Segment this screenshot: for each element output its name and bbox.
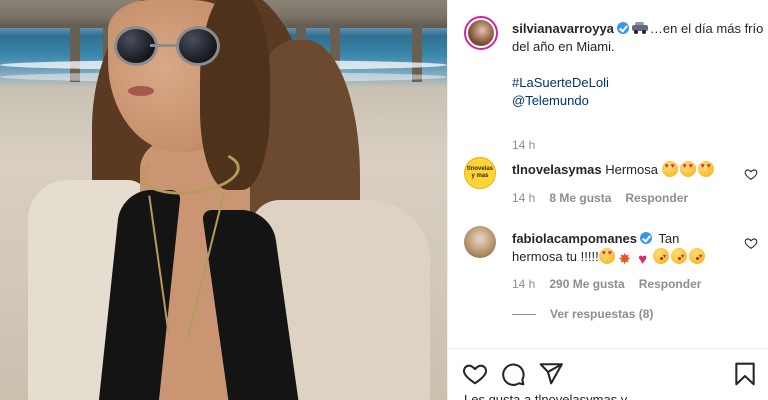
comment-time[interactable]: 14 h: [512, 277, 535, 291]
comment-likes[interactable]: 8 Me gusta: [549, 191, 611, 205]
verified-badge-icon: [616, 22, 629, 34]
red-heart-emoji-icon: ♥: [638, 251, 648, 268]
reply-button[interactable]: Responder: [639, 277, 702, 291]
commenter-avatar[interactable]: tlnovelas y mas: [464, 157, 496, 189]
heart-eyes-emoji-icon: [598, 248, 615, 264]
comment-bubble-icon[interactable]: [500, 361, 526, 387]
heart-outline-icon[interactable]: [462, 361, 488, 387]
post-side-panel: silvianavarroyya …en el día más frío del …: [447, 0, 768, 400]
comment-like-heart-icon[interactable]: [744, 167, 758, 181]
commenter-username[interactable]: fabiolacampomanes: [512, 231, 637, 246]
heart-eyes-emoji-icon: [679, 161, 696, 177]
caption-mention-link[interactable]: @Telemundo: [512, 92, 764, 110]
caption-hashtag-link[interactable]: #LaSuerteDeLoli: [512, 74, 764, 92]
likes-summary[interactable]: Les gusta a tlnovelasymas y ...: [464, 392, 642, 400]
commenter-username[interactable]: tlnovelasymas: [512, 162, 602, 177]
kiss-emoji-icon: [688, 248, 705, 266]
collision-emoji-icon: ✸: [618, 251, 631, 268]
comment-like-heart-icon[interactable]: [744, 236, 758, 250]
author-avatar[interactable]: [464, 16, 498, 50]
replies-divider: [512, 313, 536, 315]
comment-text: Hermosa: [605, 162, 658, 177]
comment-likes[interactable]: 290 Me gusta: [549, 277, 624, 291]
view-replies-label: Ver respuestas (8): [550, 307, 654, 321]
reply-button[interactable]: Responder: [625, 191, 688, 205]
heart-eyes-emoji-icon: [697, 161, 714, 177]
caption-time[interactable]: 14 h: [512, 138, 535, 152]
paper-plane-icon[interactable]: [538, 361, 564, 387]
kiss-emoji-icon: [652, 248, 669, 266]
instagram-post: silvianavarroyya …en el día más frío del …: [0, 0, 768, 400]
post-photo[interactable]: [0, 0, 447, 400]
verified-badge-icon: [640, 232, 652, 244]
heart-eyes-emoji-icon: [661, 161, 678, 177]
car-emoji-icon: [631, 22, 648, 34]
comment-time[interactable]: 14 h: [512, 191, 535, 205]
bookmark-icon[interactable]: [732, 361, 758, 387]
author-username[interactable]: silvianavarroyya: [512, 21, 614, 36]
kiss-emoji-icon: [670, 248, 687, 266]
commenter-avatar[interactable]: [464, 226, 496, 258]
sunglasses-right: [176, 26, 220, 66]
view-replies-button[interactable]: Ver respuestas (8): [512, 307, 653, 321]
